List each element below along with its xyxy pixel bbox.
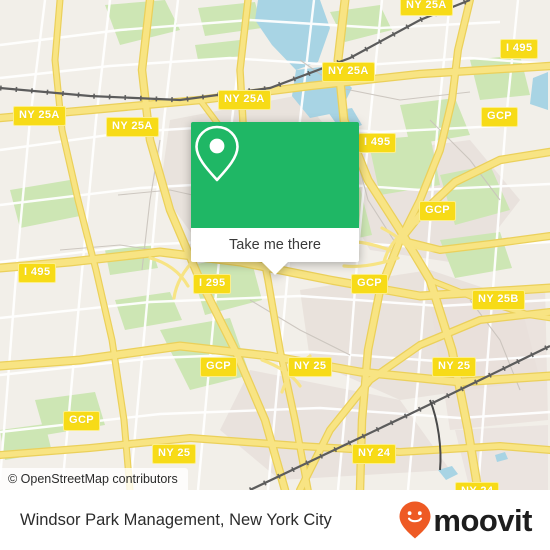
- place-title: Windsor Park Management, New York City: [20, 510, 332, 529]
- highway-shield: NY 25A: [106, 117, 159, 137]
- highway-shield: NY 25A: [13, 106, 66, 126]
- highway-shield: NY 24: [455, 482, 500, 490]
- highway-shield: NY 25A: [218, 90, 271, 110]
- take-me-there-popup[interactable]: Take me there: [191, 122, 359, 275]
- highway-shield: GCP: [63, 411, 101, 431]
- take-me-there-label: Take me there: [229, 237, 321, 253]
- moovit-map-screenshot: NY 25A I 495 NY 25A NY 25A GCP NY 25A NY 25A I …: [0, 0, 550, 550]
- highway-shield: I 495: [358, 133, 397, 153]
- highway-shield: I 495: [18, 263, 57, 283]
- popup-action-bar[interactable]: Take me there: [191, 228, 359, 262]
- moovit-brand-logo[interactable]: moovit: [398, 500, 532, 540]
- highway-shield: NY 25: [288, 357, 333, 377]
- highway-shield: I 295: [193, 274, 232, 294]
- highway-shield: I 495: [500, 39, 539, 59]
- map-canvas[interactable]: NY 25A I 495 NY 25A NY 25A GCP NY 25A NY 25A I …: [0, 0, 550, 490]
- popup-icon-panel: [191, 122, 359, 228]
- moovit-pin-smiley-icon: [399, 501, 431, 539]
- highway-shield: GCP: [419, 201, 457, 221]
- highway-shield: NY 25: [432, 357, 477, 377]
- moovit-wordmark: moovit: [433, 502, 532, 538]
- highway-shield: NY 25B: [472, 290, 525, 310]
- highway-shield: NY 25: [152, 444, 197, 464]
- highway-shield: GCP: [200, 357, 238, 377]
- highway-shield: GCP: [351, 274, 389, 294]
- highway-shield: NY 25A: [322, 62, 375, 82]
- highway-shield: NY 25A: [400, 0, 453, 16]
- bottom-info-bar: Windsor Park Management, New York City m…: [0, 490, 550, 550]
- map-pin-icon: [195, 125, 239, 182]
- highway-shield: GCP: [481, 107, 519, 127]
- osm-attribution: © OpenStreetMap contributors: [0, 468, 188, 490]
- highway-shield: NY 24: [352, 444, 397, 464]
- popup-pointer-tail: [262, 262, 288, 275]
